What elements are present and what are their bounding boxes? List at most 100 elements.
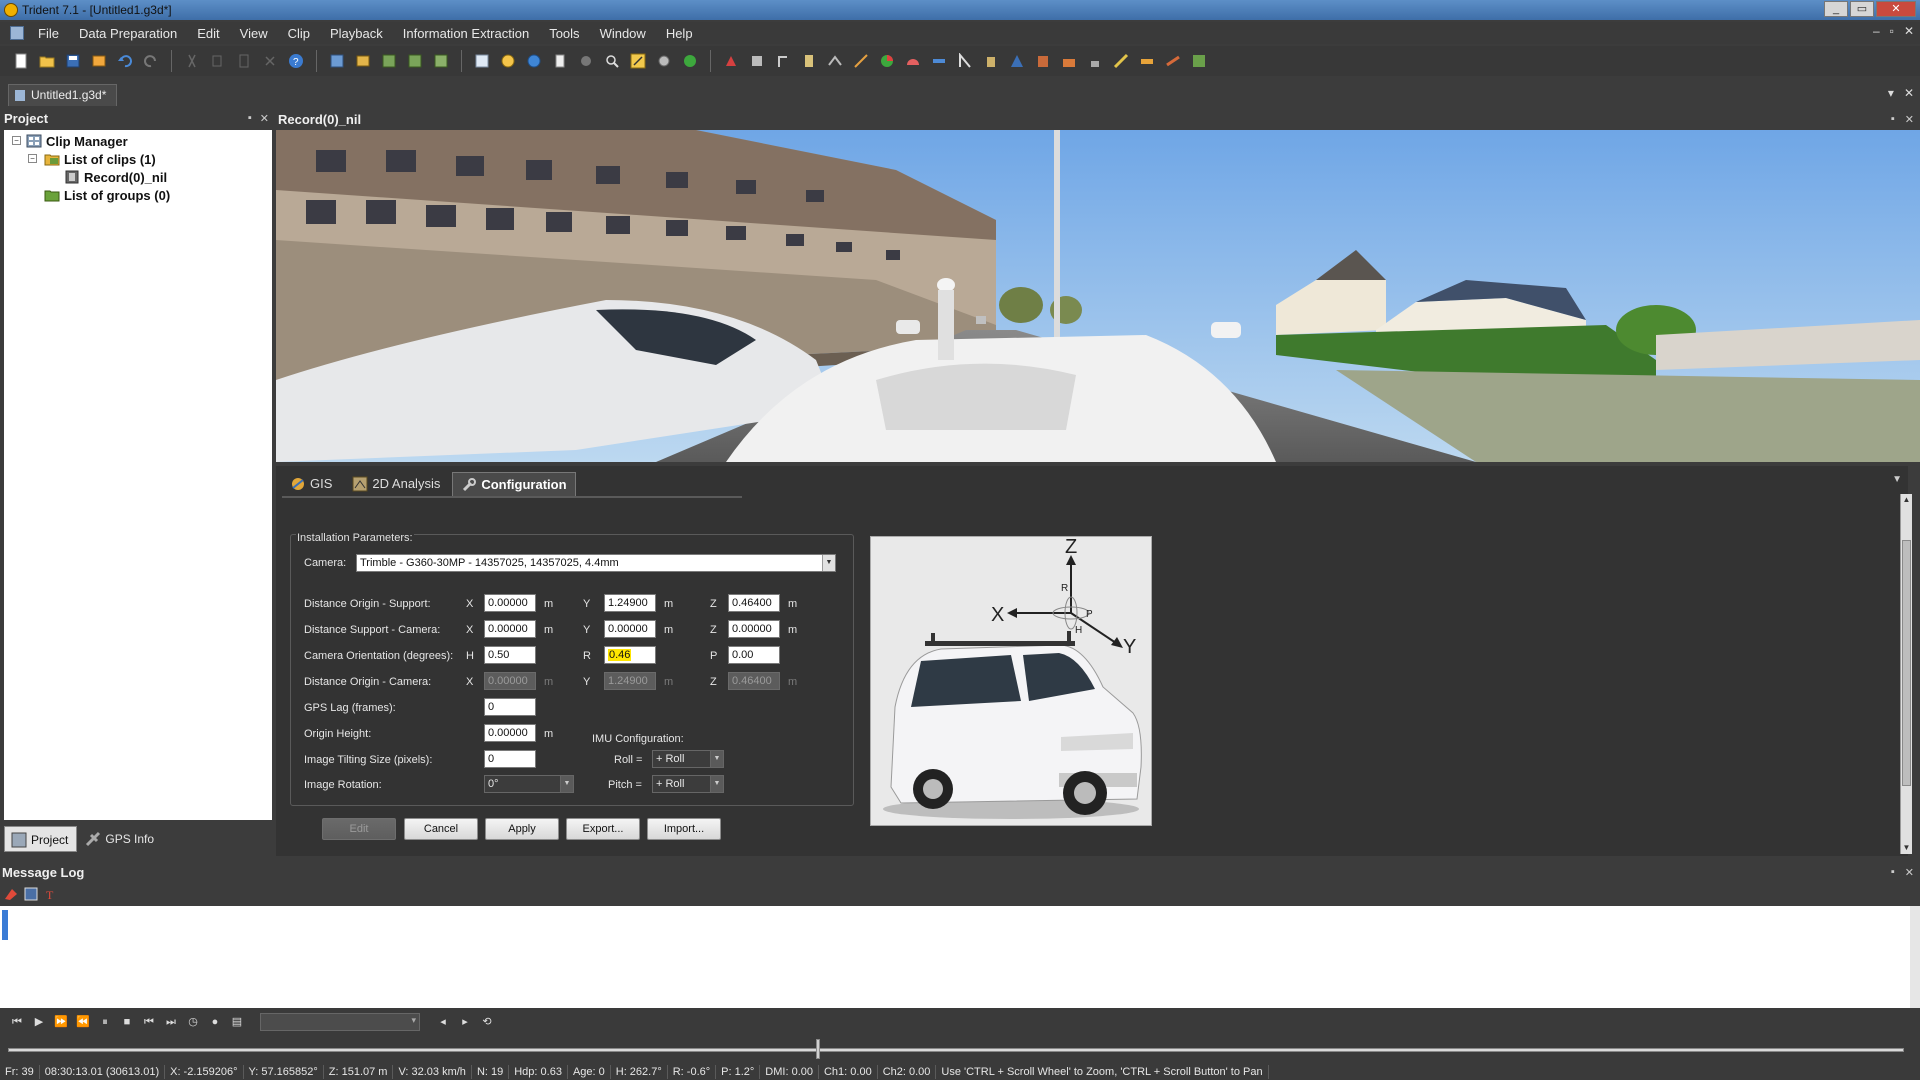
marker-icon[interactable] bbox=[720, 50, 742, 72]
mdi-minimize-button[interactable]: – bbox=[1873, 24, 1880, 38]
collapse-icon[interactable]: − bbox=[28, 154, 37, 163]
step-back-icon[interactable]: ◂ bbox=[434, 1013, 452, 1031]
help-icon[interactable]: ? bbox=[285, 50, 307, 72]
mdi-restore-button[interactable]: ▫ bbox=[1890, 24, 1894, 38]
menu-edit[interactable]: Edit bbox=[187, 26, 229, 41]
image-tilting-field[interactable]: 0 bbox=[484, 750, 536, 768]
origin-support-x-field[interactable]: 0.00000 bbox=[484, 594, 536, 612]
chevron-down-icon[interactable]: ▼ bbox=[710, 776, 723, 792]
apply-button[interactable]: Apply bbox=[485, 818, 559, 840]
tool4-icon[interactable] bbox=[824, 50, 846, 72]
target-icon[interactable] bbox=[653, 50, 675, 72]
play-reverse-icon[interactable]: ⏪ bbox=[74, 1013, 92, 1031]
paste-icon[interactable] bbox=[233, 50, 255, 72]
timeline-thumb[interactable] bbox=[816, 1039, 820, 1059]
panoramic-video-frame[interactable] bbox=[276, 130, 1920, 462]
origin-height-field[interactable]: 0.00000 bbox=[484, 724, 536, 742]
tab-configuration[interactable]: Configuration bbox=[452, 472, 576, 496]
document-tab[interactable]: Untitled1.g3d* bbox=[8, 84, 118, 106]
scroll-up-icon[interactable]: ▲ bbox=[1901, 494, 1912, 506]
pin-icon[interactable]: ▪ bbox=[1891, 866, 1895, 879]
timeline-slider[interactable] bbox=[0, 1036, 1920, 1064]
tree-node-clip-manager[interactable]: Clip Manager bbox=[26, 132, 128, 150]
chevron-down-icon[interactable]: ▼ bbox=[710, 751, 723, 767]
tool8-icon[interactable] bbox=[1006, 50, 1028, 72]
globe-icon[interactable] bbox=[523, 50, 545, 72]
tree-node-list-of-groups[interactable]: List of groups (0) bbox=[44, 186, 170, 204]
export-button[interactable]: Export... bbox=[566, 818, 640, 840]
play-forward-icon[interactable]: ⏩ bbox=[52, 1013, 70, 1031]
orientation-h-field[interactable]: 0.50 bbox=[484, 646, 536, 664]
menu-information-extraction[interactable]: Information Extraction bbox=[393, 26, 539, 41]
playback-speed-select[interactable] bbox=[260, 1013, 420, 1031]
tool12-icon[interactable] bbox=[1110, 50, 1132, 72]
grid-icon[interactable] bbox=[378, 50, 400, 72]
clock-icon[interactable]: ◷ bbox=[184, 1013, 202, 1031]
grid2-icon[interactable] bbox=[404, 50, 426, 72]
delete-icon[interactable] bbox=[259, 50, 281, 72]
close-button[interactable]: ✕ bbox=[1876, 1, 1916, 17]
tab-2d-analysis[interactable]: 2D Analysis bbox=[344, 472, 448, 496]
tool6-icon[interactable] bbox=[954, 50, 976, 72]
redo-icon[interactable] bbox=[140, 50, 162, 72]
tab-project[interactable]: Project bbox=[4, 826, 78, 852]
tool5-icon[interactable] bbox=[850, 50, 872, 72]
tool11-icon[interactable] bbox=[1084, 50, 1106, 72]
scroll-thumb[interactable] bbox=[1902, 540, 1911, 786]
clip-icon[interactable] bbox=[352, 50, 374, 72]
tool2-icon[interactable] bbox=[772, 50, 794, 72]
undo-icon[interactable] bbox=[114, 50, 136, 72]
tab-gis[interactable]: GIS bbox=[282, 472, 340, 496]
play-icon[interactable]: ▶ bbox=[30, 1013, 48, 1031]
menu-data-preparation[interactable]: Data Preparation bbox=[69, 26, 187, 41]
text-format-icon[interactable]: T bbox=[44, 887, 58, 901]
import-button[interactable]: Import... bbox=[647, 818, 721, 840]
project-tree[interactable]: − Clip Manager − List of clips (1) Recor… bbox=[4, 130, 272, 820]
grid3-icon[interactable] bbox=[430, 50, 452, 72]
close-panel-icon[interactable]: ✕ bbox=[1905, 866, 1914, 879]
pin-icon[interactable]: ▪ bbox=[248, 112, 252, 125]
tool14-icon[interactable] bbox=[1162, 50, 1184, 72]
tool10-icon[interactable] bbox=[1058, 50, 1080, 72]
support-camera-z-field[interactable]: 0.00000 bbox=[728, 620, 780, 638]
select-icon[interactable] bbox=[471, 50, 493, 72]
tab-list-icon[interactable]: ▾ bbox=[1888, 86, 1894, 100]
menu-playback[interactable]: Playback bbox=[320, 26, 393, 41]
collapse-icon[interactable]: − bbox=[12, 136, 21, 145]
menu-help[interactable]: Help bbox=[656, 26, 703, 41]
camera-select[interactable]: Trimble - G360-30MP - 14357025, 14357025… bbox=[356, 554, 836, 572]
maximize-button[interactable]: ▭ bbox=[1850, 1, 1874, 17]
tree-node-list-of-clips[interactable]: List of clips (1) bbox=[44, 150, 156, 168]
ruler-icon[interactable] bbox=[928, 50, 950, 72]
first-frame-icon[interactable]: ⏮ bbox=[8, 1013, 26, 1031]
tool1-icon[interactable] bbox=[746, 50, 768, 72]
cancel-button[interactable]: Cancel bbox=[404, 818, 478, 840]
pitch-select[interactable]: + Roll ▼ bbox=[652, 775, 724, 793]
menu-tools[interactable]: Tools bbox=[539, 26, 589, 41]
stop-icon[interactable]: ■ bbox=[118, 1013, 136, 1031]
menu-clip[interactable]: Clip bbox=[278, 26, 320, 41]
origin-support-y-field[interactable]: 1.24900 bbox=[604, 594, 656, 612]
origin-support-z-field[interactable]: 0.46400 bbox=[728, 594, 780, 612]
pause-icon[interactable]: ⏸ bbox=[96, 1013, 114, 1031]
tool13-icon[interactable] bbox=[1136, 50, 1158, 72]
measure-icon[interactable] bbox=[627, 50, 649, 72]
support-camera-x-field[interactable]: 0.00000 bbox=[484, 620, 536, 638]
support-camera-y-field[interactable]: 0.00000 bbox=[604, 620, 656, 638]
log-scrollbar[interactable] bbox=[1910, 906, 1920, 1008]
step-forward-icon[interactable]: ▸ bbox=[456, 1013, 474, 1031]
loop-icon[interactable]: ⟲ bbox=[478, 1013, 496, 1031]
gps-lag-field[interactable]: 0 bbox=[484, 698, 536, 716]
save-log-icon[interactable] bbox=[24, 887, 38, 901]
tree-node-record[interactable]: Record(0)_nil bbox=[64, 168, 167, 186]
close-document-icon[interactable]: ✕ bbox=[1904, 86, 1914, 100]
tool15-icon[interactable] bbox=[1188, 50, 1210, 72]
record-icon[interactable]: ● bbox=[206, 1013, 224, 1031]
close-panel-icon[interactable]: ✕ bbox=[1905, 113, 1914, 126]
save-as-icon[interactable] bbox=[88, 50, 110, 72]
zoom-icon[interactable] bbox=[601, 50, 623, 72]
open-icon[interactable] bbox=[36, 50, 58, 72]
message-log-area[interactable] bbox=[0, 906, 1920, 1008]
document-icon[interactable] bbox=[10, 26, 24, 40]
scroll-down-icon[interactable]: ▼ bbox=[1901, 842, 1912, 854]
